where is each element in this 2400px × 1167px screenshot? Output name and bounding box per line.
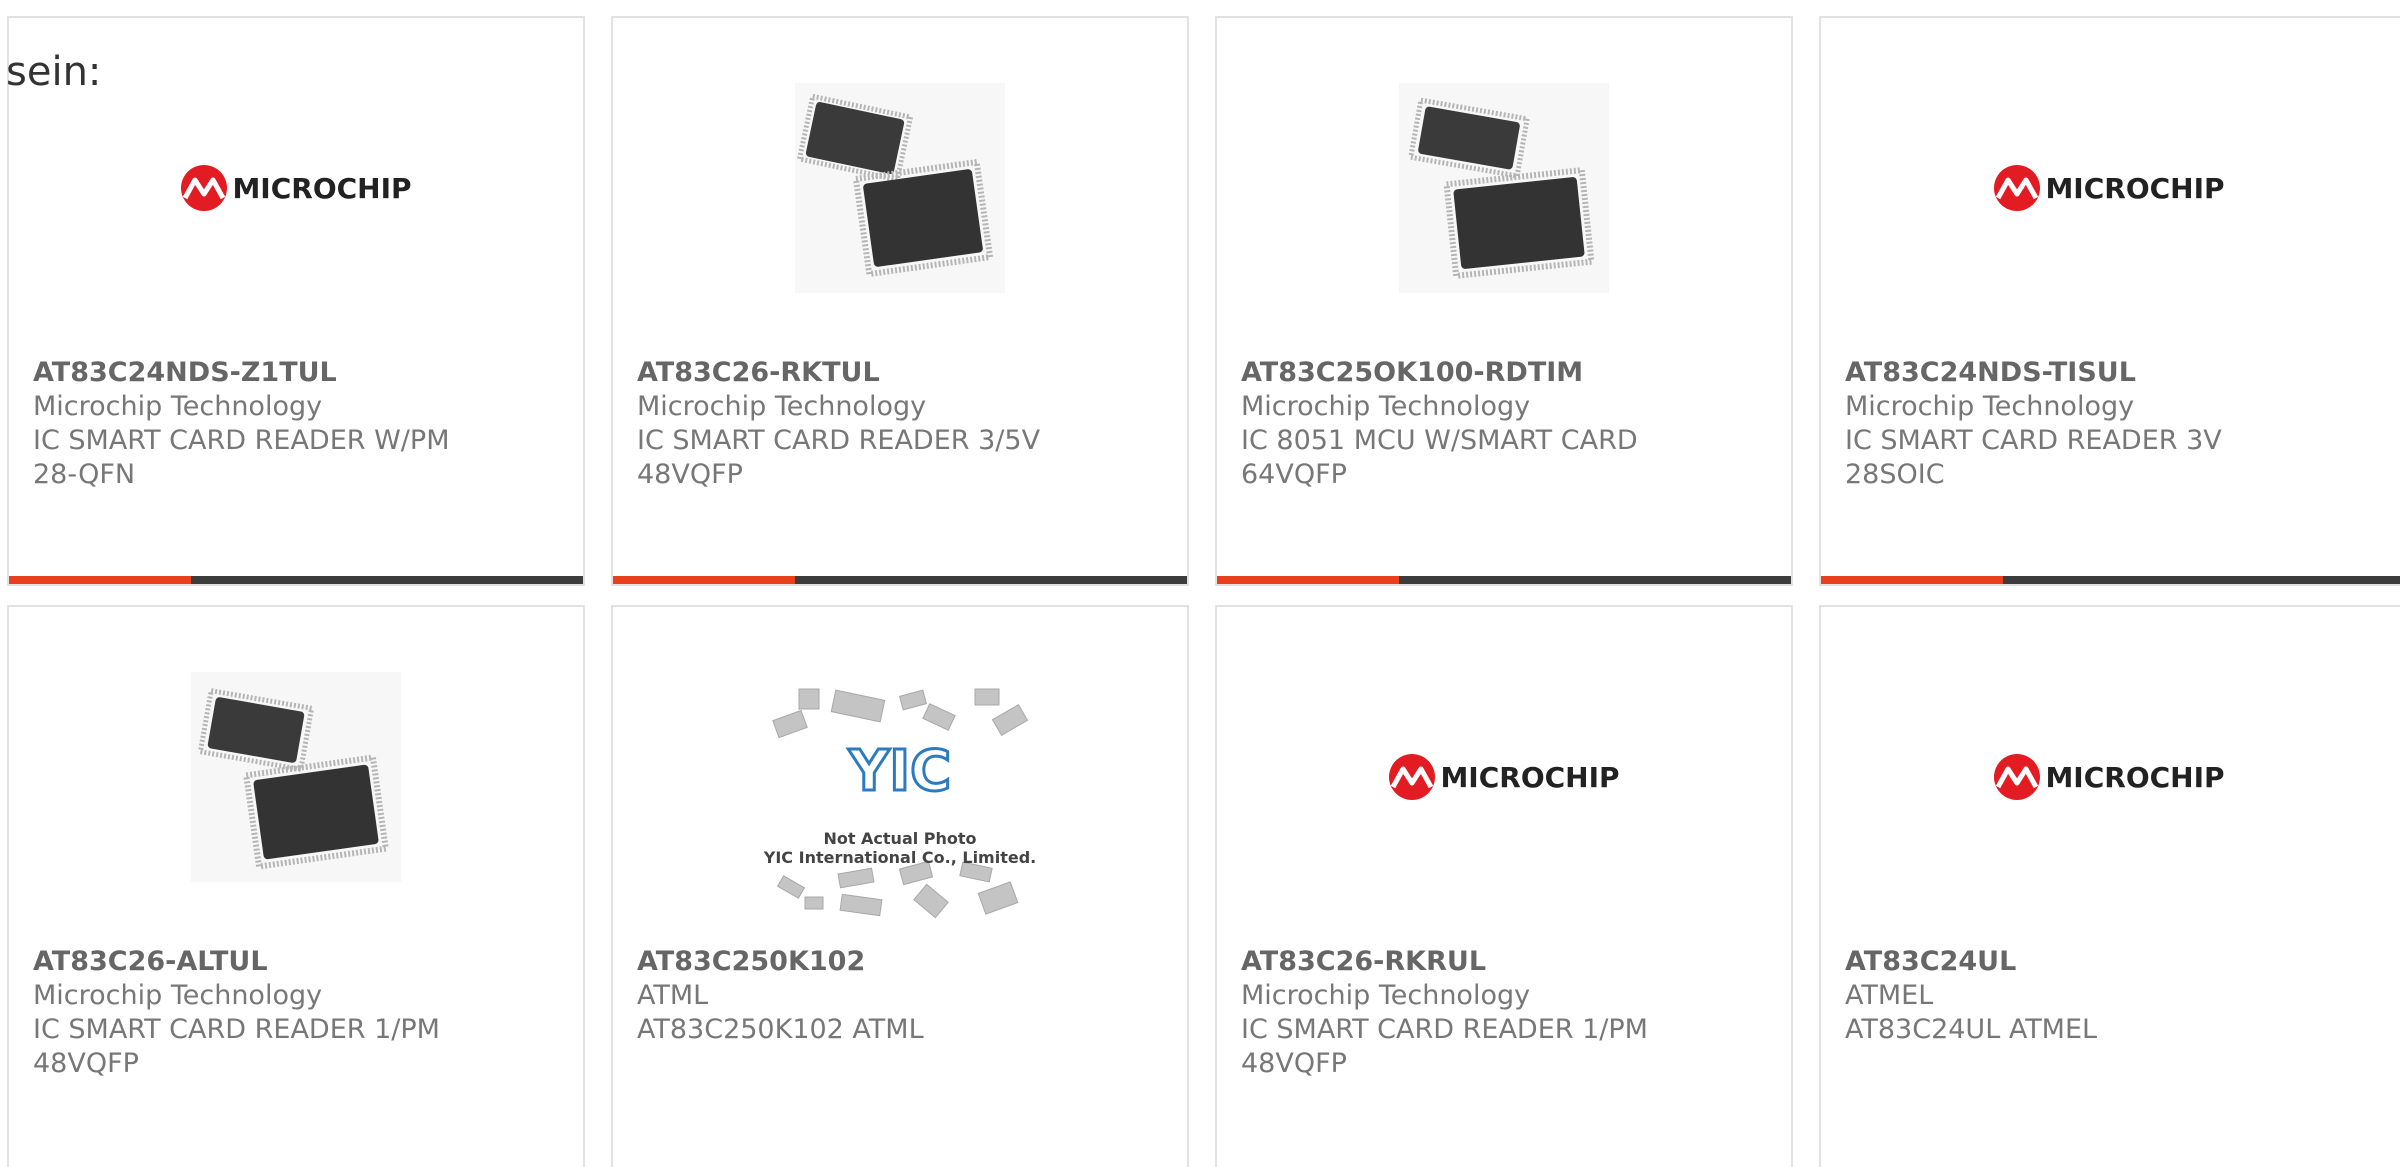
microchip-logo-icon [1994,754,2041,800]
package: 28-QFN [33,459,136,490]
description: AT83C250K102 ATML [637,1014,924,1045]
card-bottom-bar [9,576,583,584]
product-card[interactable]: AT83C26-RKTUL Microchip Technology IC SM… [611,16,1189,586]
qfp-chips-photo [1399,83,1609,293]
product-grid-page: sein: MICROCHIP AT83C24NDS-Z1TUL Microch… [0,0,2400,1167]
svg-text:YIC: YIC [848,739,951,804]
microchip-logo-icon [181,165,228,211]
microchip-logo-icon [1389,754,1436,800]
manufacturer: ATMEL [1845,980,1934,1011]
product-card[interactable]: AT83C25OK100-RDTIM Microchip Technology … [1215,16,1793,586]
part-number-link[interactable]: AT83C24UL [1845,945,2097,979]
package: 48VQFP [637,459,743,490]
microchip-logo-icon [1994,165,2041,211]
microchip-logo: MICROCHIP [180,164,412,212]
package: 64VQFP [1241,459,1347,490]
part-number-link[interactable]: AT83C26-RKTUL [637,356,1040,390]
manufacturer: ATML [637,980,709,1011]
part-number-link[interactable]: AT83C250K102 [637,945,924,979]
product-image[interactable] [9,667,583,887]
card-accent-bar [1217,576,1399,584]
part-number-link[interactable]: AT83C26-RKRUL [1241,945,1648,979]
part-number-link[interactable]: AT83C25OK100-RDTIM [1241,356,1638,390]
description: IC SMART CARD READER 1/PM [33,1014,440,1045]
description: IC SMART CARD READER 3V [1845,425,2222,456]
product-image[interactable]: MICROCHIP [9,78,583,298]
product-info: AT83C26-ALTUL Microchip Technology IC SM… [33,945,440,1081]
product-card[interactable]: AT83C26-ALTUL Microchip Technology IC SM… [7,605,585,1167]
microchip-logo: MICROCHIP [1993,753,2225,801]
description: IC SMART CARD READER 1/PM [1241,1014,1648,1045]
product-info: AT83C24UL ATMEL AT83C24UL ATMEL [1845,945,2097,1047]
placeholder-caption: Not Actual Photo YIC International Co., … [763,829,1037,867]
description: IC 8051 MCU W/SMART CARD [1241,425,1638,456]
microchip-logo: MICROCHIP [1993,164,2225,212]
card-accent-bar [613,576,795,584]
part-number-link[interactable]: AT83C24NDS-Z1TUL [33,356,449,390]
product-card[interactable]: MICROCHIP AT83C24NDS-TISUL Microchip Tec… [1819,16,2400,586]
product-info: AT83C24NDS-TISUL Microchip Technology IC… [1845,356,2222,492]
card-bottom-bar [1821,576,2400,584]
product-info: AT83C24NDS-Z1TUL Microchip Technology IC… [33,356,449,492]
description: IC SMART CARD READER W/PM [33,425,450,456]
card-bottom-bar [1217,576,1791,584]
truncated-heading-text: sein: [6,49,102,95]
card-bottom-bar [613,576,1187,584]
qfp-chips-photo [191,672,401,882]
manufacturer: Microchip Technology [1241,391,1531,422]
card-accent-bar [9,576,191,584]
product-image[interactable] [1217,78,1791,298]
description: AT83C24UL ATMEL [1845,1014,2098,1045]
part-number-link[interactable]: AT83C26-ALTUL [33,945,440,979]
package: 48VQFP [33,1048,139,1079]
product-image[interactable]: MICROCHIP [1821,78,2397,298]
product-image[interactable]: MICROCHIP [1217,667,1791,887]
product-info: AT83C250K102 ATML AT83C250K102 ATML [637,945,924,1047]
manufacturer: Microchip Technology [1845,391,2135,422]
product-card[interactable]: MICROCHIP AT83C26-RKRUL Microchip Techno… [1215,605,1793,1167]
product-image[interactable]: YIC [613,688,1187,919]
product-info: AT83C25OK100-RDTIM Microchip Technology … [1241,356,1638,492]
product-info: AT83C26-RKTUL Microchip Technology IC SM… [637,356,1040,492]
manufacturer: Microchip Technology [637,391,927,422]
manufacturer: Microchip Technology [33,391,323,422]
product-card[interactable]: MICROCHIP AT83C24NDS-Z1TUL Microchip Tec… [7,16,585,586]
product-card[interactable]: YIC Not Actual Photo YIC International C… [611,605,1189,1167]
product-card[interactable]: MICROCHIP AT83C24UL ATMEL AT83C24UL ATME… [1819,605,2400,1167]
product-image[interactable] [613,78,1187,298]
description: IC SMART CARD READER 3/5V [637,425,1041,456]
manufacturer: Microchip Technology [33,980,323,1011]
microchip-logo: MICROCHIP [1388,753,1620,801]
card-accent-bar [1821,576,2003,584]
package: 28SOIC [1845,459,1945,490]
package: 48VQFP [1241,1048,1347,1079]
manufacturer: Microchip Technology [1241,980,1531,1011]
product-info: AT83C26-RKRUL Microchip Technology IC SM… [1241,945,1648,1081]
yic-placeholder-image: YIC [772,688,1029,919]
product-image[interactable]: MICROCHIP [1821,667,2397,887]
qfp-chips-photo [795,83,1005,293]
part-number-link[interactable]: AT83C24NDS-TISUL [1845,356,2222,390]
